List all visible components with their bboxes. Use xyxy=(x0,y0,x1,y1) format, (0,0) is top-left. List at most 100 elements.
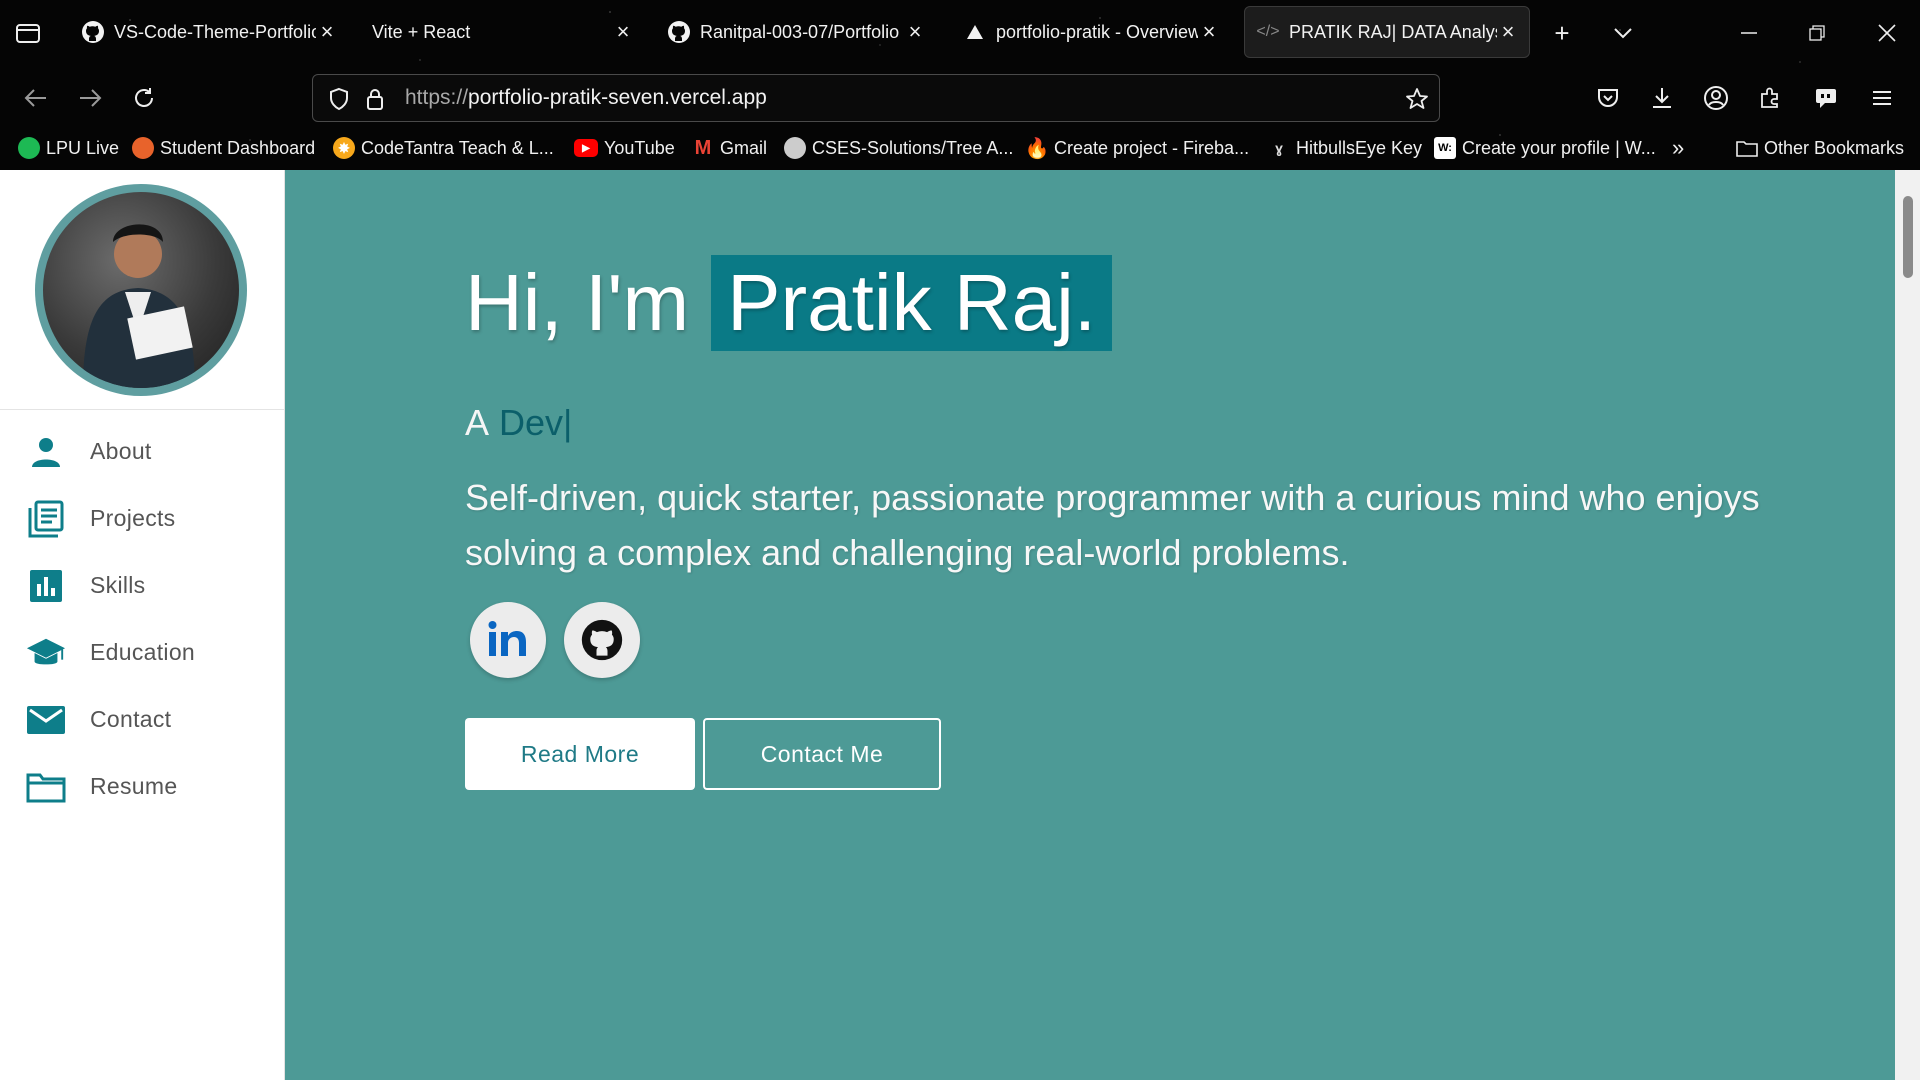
pocket-icon xyxy=(1598,89,1618,107)
codetantra-icon: ✸ xyxy=(333,137,355,159)
bookmark-label: Create project - Fireba... xyxy=(1054,137,1250,158)
downloads-button[interactable] xyxy=(1642,78,1682,118)
close-icon[interactable]: × xyxy=(1198,19,1220,45)
contact-me-button[interactable]: Contact Me xyxy=(703,718,941,790)
sidebar-item-label: Resume xyxy=(90,773,178,799)
page-scrollbar[interactable] xyxy=(1895,170,1920,1080)
chevron-down-icon xyxy=(1614,28,1632,39)
url-protocol: https:// xyxy=(405,86,469,109)
minimize-icon xyxy=(1741,32,1757,34)
bookmark-create-profile[interactable]: W: Create your profile | W... xyxy=(1434,134,1656,162)
github-icon xyxy=(784,137,806,159)
linkedin-link[interactable] xyxy=(470,602,546,678)
hero-section: Hi, I'm Pratik Raj. A Dev| Self-driven, q… xyxy=(285,170,1895,1080)
student-dashboard-icon xyxy=(132,137,154,159)
tab-title: portfolio-pratik - Overview xyxy=(996,21,1198,42)
close-icon[interactable]: × xyxy=(316,19,338,45)
sidebar-item-resume[interactable]: Resume xyxy=(0,753,284,820)
name-highlight: Pratik Raj. xyxy=(711,255,1113,351)
linkedin-icon xyxy=(488,621,526,656)
close-icon[interactable]: × xyxy=(612,19,634,45)
menu-button[interactable] xyxy=(1862,78,1902,118)
forward-button[interactable] xyxy=(70,78,110,118)
close-icon[interactable]: × xyxy=(1497,19,1519,45)
chat-extension-button[interactable] xyxy=(1806,78,1846,118)
typed-role-line: A Dev| xyxy=(465,402,572,444)
github-icon xyxy=(80,19,106,45)
tab-vs-code-theme[interactable]: VS-Code-Theme-Portfolio × xyxy=(70,6,348,58)
bookmark-lpu-live[interactable]: LPU Live xyxy=(18,134,119,162)
bookmarks-overflow-button[interactable]: » xyxy=(1672,134,1684,162)
w-profile-icon: W: xyxy=(1434,137,1456,159)
close-window-button[interactable] xyxy=(1870,16,1904,50)
github-link[interactable] xyxy=(564,602,640,678)
tab-title: VS-Code-Theme-Portfolio xyxy=(114,21,316,42)
bookmark-firebase[interactable]: 🔥 Create project - Fireba... xyxy=(1025,134,1250,162)
back-button[interactable] xyxy=(16,78,56,118)
url-text: https://portfolio-pratik-seven.vercel.ap… xyxy=(405,86,767,110)
pocket-button[interactable] xyxy=(1588,78,1628,118)
bar-chart-icon xyxy=(26,566,66,606)
bookmark-star-icon[interactable] xyxy=(1403,85,1431,113)
hamburger-menu-icon xyxy=(1873,91,1891,105)
account-icon xyxy=(1704,86,1728,110)
scrollbar-thumb[interactable] xyxy=(1903,196,1913,278)
bookmark-youtube[interactable]: ▶ YouTube xyxy=(574,134,675,162)
lock-icon[interactable] xyxy=(361,85,389,113)
folder-icon xyxy=(1736,141,1758,157)
shield-icon[interactable] xyxy=(325,85,353,113)
new-tab-button[interactable]: + xyxy=(1545,16,1579,50)
minimize-button[interactable] xyxy=(1732,16,1766,50)
reload-button[interactable] xyxy=(124,78,164,118)
bookmark-student-dashboard[interactable]: Student Dashboard xyxy=(132,134,315,162)
bookmark-gmail[interactable]: M Gmail xyxy=(692,134,767,162)
sidebar-nav: About Projects Skills Education Contact … xyxy=(0,410,284,820)
bookmark-label: HitbullsEye Key xyxy=(1296,137,1423,158)
tab-vite-react[interactable]: Vite + React × xyxy=(362,6,644,58)
bookmark-cses-solutions[interactable]: CSES-Solutions/Tree A... xyxy=(784,134,1013,162)
plus-icon: + xyxy=(1554,17,1570,48)
profile-photo xyxy=(43,192,239,388)
typing-caret: | xyxy=(563,402,573,443)
youtube-icon: ▶ xyxy=(574,139,598,157)
close-icon xyxy=(1878,24,1896,42)
tab-overflow-button[interactable] xyxy=(1606,16,1640,50)
url-host: portfolio-pratik-seven.vercel.app xyxy=(468,86,767,109)
read-more-button[interactable]: Read More xyxy=(465,718,695,790)
sidebar-item-projects[interactable]: Projects xyxy=(0,485,284,552)
tab-title: Ranitpal-003-07/Portfolio xyxy=(700,21,900,42)
extensions-button[interactable] xyxy=(1750,78,1790,118)
other-bookmarks[interactable]: Other Bookmarks xyxy=(1736,134,1904,162)
gmail-icon: M xyxy=(694,136,712,159)
hitbullseye-icon: ɣ xyxy=(1275,140,1283,156)
restore-button[interactable] xyxy=(1800,16,1834,50)
tab-list-icon xyxy=(16,24,40,43)
bookmark-hitbullseye[interactable]: ɣ HitbullsEye Key xyxy=(1268,134,1422,162)
bookmarks-toolbar: LPU Live Student Dashboard ✸ CodeTantra … xyxy=(0,130,1920,166)
sidebar-item-education[interactable]: Education xyxy=(0,619,284,686)
avatar xyxy=(35,184,247,396)
close-icon[interactable]: × xyxy=(904,19,926,45)
browser-chrome: VS-Code-Theme-Portfolio × Vite + React ×… xyxy=(0,0,1920,170)
sidebar: About Projects Skills Education Contact … xyxy=(0,170,285,1080)
vercel-triangle-icon xyxy=(962,19,988,45)
sidebar-item-contact[interactable]: Contact xyxy=(0,686,284,753)
lpu-live-icon xyxy=(18,137,40,159)
tab-pratik-raj-active[interactable]: </> PRATIK RAJ| DATA Analyst × xyxy=(1244,6,1530,58)
address-bar[interactable]: https://portfolio-pratik-seven.vercel.ap… xyxy=(312,74,1440,122)
sidebar-item-label: Contact xyxy=(90,706,172,732)
sidebar-item-about[interactable]: About xyxy=(0,418,284,485)
bookmark-codetantra[interactable]: ✸ CodeTantra Teach & L... xyxy=(333,134,554,162)
mail-icon xyxy=(26,700,66,740)
tab-vercel-overview[interactable]: portfolio-pratik - Overview × xyxy=(952,6,1230,58)
bookmark-label: CSES-Solutions/Tree A... xyxy=(812,137,1014,158)
github-icon xyxy=(666,19,692,45)
tab-list-button[interactable] xyxy=(14,20,42,46)
github-icon xyxy=(581,619,623,661)
account-button[interactable] xyxy=(1696,78,1736,118)
bookmark-label: LPU Live xyxy=(46,137,120,158)
typed-prefix: A xyxy=(465,402,490,443)
sidebar-item-skills[interactable]: Skills xyxy=(0,552,284,619)
tab-ranitpal-portfolio[interactable]: Ranitpal-003-07/Portfolio × xyxy=(656,6,936,58)
folder-icon xyxy=(26,767,66,807)
